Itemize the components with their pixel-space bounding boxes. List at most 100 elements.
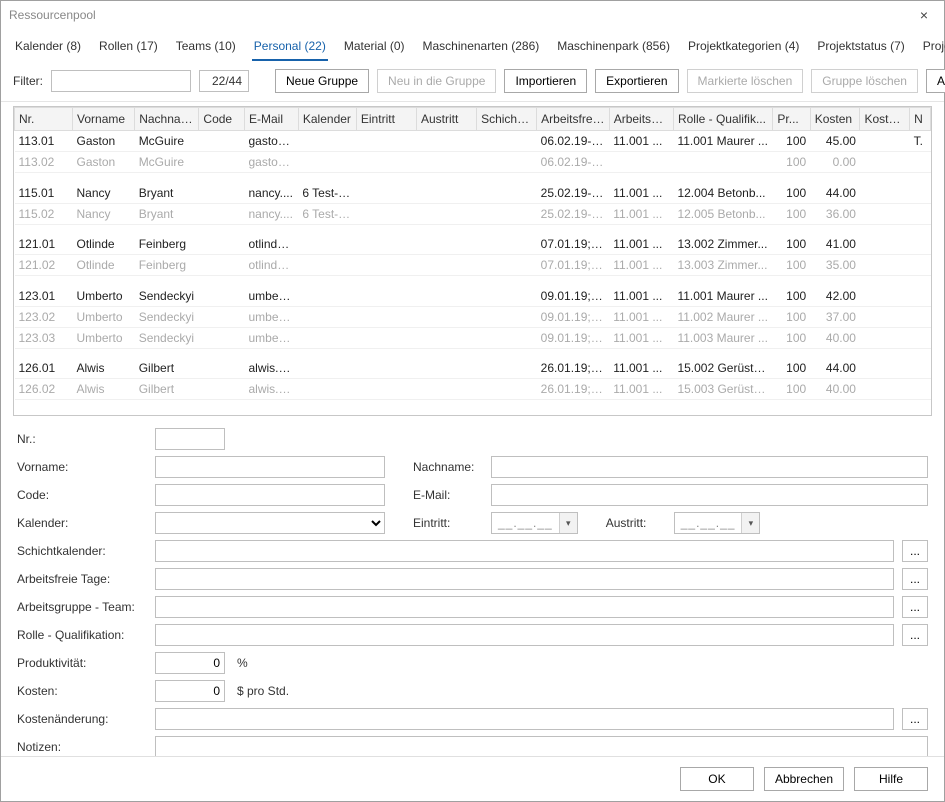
table-row[interactable]: 123.03UmbertoSendeckyiumbert....09.01.19… xyxy=(15,327,931,348)
table-row[interactable]: 115.01NancyBryantnancy....6 Test-S...25.… xyxy=(15,183,931,204)
tab-item[interactable]: Maschinenarten (286) xyxy=(421,35,542,61)
col-arbfrei[interactable]: Arbeitsfreie... xyxy=(537,108,610,131)
col-arbgr[interactable]: Arbeitsgr... xyxy=(609,108,673,131)
dialog-footer: OK Abbrechen Hilfe xyxy=(1,756,944,801)
delete-marked-button: Markierte löschen xyxy=(687,69,804,93)
arbgr-label: Arbeitsgruppe - Team: xyxy=(17,600,147,614)
close-icon[interactable]: × xyxy=(912,5,936,25)
col-nr[interactable]: Nr. xyxy=(15,108,73,131)
window-title: Ressourcenpool xyxy=(9,8,96,22)
eintritt-label: Eintritt: xyxy=(413,516,483,530)
rolle-browse-button[interactable]: ... xyxy=(902,624,928,646)
new-group-button[interactable]: Neue Gruppe xyxy=(275,69,369,93)
col-prod[interactable]: Pr... xyxy=(773,108,810,131)
table-row[interactable]: 115.02NancyBryantnancy....6 Test-S...25.… xyxy=(15,203,931,224)
col-nachname[interactable]: Nachname xyxy=(135,108,199,131)
eintritt-date[interactable]: __.__.__ ▾ xyxy=(491,512,578,534)
chevron-down-icon[interactable]: ▾ xyxy=(559,513,577,533)
grid-scroll[interactable]: Nr. Vorname Nachname Code E-Mail Kalende… xyxy=(14,107,931,415)
table-row[interactable]: 121.01OtlindeFeinbergotlinde....07.01.19… xyxy=(15,234,931,255)
add-to-group-button: Neu in die Gruppe xyxy=(377,69,496,93)
tab-item[interactable]: Material (0) xyxy=(342,35,407,61)
record-counter: 22/44 xyxy=(199,70,249,92)
kalender-label: Kalender: xyxy=(17,516,147,530)
kosten-unit: $ pro Std. xyxy=(237,684,289,698)
email-input[interactable] xyxy=(491,484,928,506)
detail-form: Nr.: Vorname: Nachname: Code: E-Mail: Ka… xyxy=(1,424,944,756)
export-button[interactable]: Exportieren xyxy=(595,69,678,93)
prod-unit: % xyxy=(237,656,248,670)
nr-label: Nr.: xyxy=(17,432,147,446)
col-email[interactable]: E-Mail xyxy=(245,108,299,131)
col-rolle[interactable]: Rolle - Qualifik... xyxy=(673,108,772,131)
arbgr-browse-button[interactable]: ... xyxy=(902,596,928,618)
table-row[interactable]: 113.02GastonMcGuiregaston....06.02.19-0.… xyxy=(15,152,931,173)
schicht-input[interactable] xyxy=(155,540,894,562)
tab-bar: Kalender (8) Rollen (17) Teams (10) Persona… xyxy=(1,29,944,61)
prod-input[interactable] xyxy=(155,652,225,674)
tab-item[interactable]: Teams (10) xyxy=(174,35,238,61)
eintritt-placeholder: __.__.__ xyxy=(492,516,559,530)
austritt-date[interactable]: __.__.__ ▾ xyxy=(674,512,761,534)
dialog-window: Ressourcenpool × Kalender (8) Rollen (17)… xyxy=(0,0,945,802)
tab-item[interactable]: Projektstatus (7) xyxy=(815,35,906,61)
titlebar: Ressourcenpool × xyxy=(1,1,944,29)
data-grid: Nr. Vorname Nachname Code E-Mail Kalende… xyxy=(14,107,931,400)
import-button[interactable]: Importieren xyxy=(504,69,587,93)
nachname-label: Nachname: xyxy=(413,460,483,474)
tab-item[interactable]: Personal (22) xyxy=(252,35,328,61)
grid-container: Nr. Vorname Nachname Code E-Mail Kalende… xyxy=(13,106,932,416)
col-kalender[interactable]: Kalender xyxy=(298,108,356,131)
kostenae-input[interactable] xyxy=(155,708,894,730)
toolbar: Filter: 22/44 Neue Gruppe Neu in die Gru… xyxy=(1,61,944,102)
table-row[interactable]: 123.02UmbertoSendeckyiumbert....09.01.19… xyxy=(15,306,931,327)
tab-item[interactable]: Projektkategorien (4) xyxy=(686,35,801,61)
notizen-input[interactable] xyxy=(155,736,928,756)
rolle-label: Rolle - Qualifikation: xyxy=(17,628,147,642)
tab-item[interactable]: Rollen (17) xyxy=(97,35,160,61)
col-eintritt[interactable]: Eintritt xyxy=(356,108,416,131)
nachname-input[interactable] xyxy=(491,456,928,478)
col-schicht[interactable]: Schichtk... xyxy=(477,108,537,131)
vorname-label: Vorname: xyxy=(17,460,147,474)
kostenae-browse-button[interactable]: ... xyxy=(902,708,928,730)
tab-item[interactable]: Projektkunden (3) xyxy=(921,35,945,61)
kosten-label: Kosten: xyxy=(17,684,147,698)
nr-input[interactable] xyxy=(155,428,225,450)
arbfrei-label: Arbeitsfreie Tage: xyxy=(17,572,147,586)
tab-item[interactable]: Kalender (8) xyxy=(13,35,83,61)
col-code[interactable]: Code xyxy=(199,108,245,131)
austritt-placeholder: __.__.__ xyxy=(675,516,742,530)
kosten-input[interactable] xyxy=(155,680,225,702)
austritt-label: Austritt: xyxy=(606,516,666,530)
arbgr-input[interactable] xyxy=(155,596,894,618)
delete-all-button[interactable]: Alle löschen xyxy=(926,69,945,93)
rolle-input[interactable] xyxy=(155,624,894,646)
cancel-button[interactable]: Abbrechen xyxy=(764,767,844,791)
chevron-down-icon[interactable]: ▾ xyxy=(741,513,759,533)
schicht-label: Schichtkalender: xyxy=(17,544,147,558)
table-row[interactable]: 123.01UmbertoSendeckyiumbert....09.01.19… xyxy=(15,286,931,307)
schicht-browse-button[interactable]: ... xyxy=(902,540,928,562)
grid-header-row: Nr. Vorname Nachname Code E-Mail Kalende… xyxy=(15,108,931,131)
col-austritt[interactable]: Austritt xyxy=(416,108,476,131)
kalender-select[interactable] xyxy=(155,512,385,534)
tab-item[interactable]: Maschinenpark (856) xyxy=(555,35,672,61)
col-kosten[interactable]: Kosten xyxy=(810,108,860,131)
vorname-input[interactable] xyxy=(155,456,385,478)
prod-label: Produktivität: xyxy=(17,656,147,670)
code-input[interactable] xyxy=(155,484,385,506)
arbfrei-input[interactable] xyxy=(155,568,894,590)
table-row[interactable]: 126.01AlwisGilbertalwis.g....26.01.19;2.… xyxy=(15,358,931,379)
table-row[interactable]: 126.02AlwisGilbertalwis.g....26.01.19;2.… xyxy=(15,379,931,400)
filter-label: Filter: xyxy=(13,74,43,88)
table-row[interactable]: 121.02OtlindeFeinbergotlinde....07.01.19… xyxy=(15,255,931,276)
col-n[interactable]: N xyxy=(910,108,931,131)
col-kostenae[interactable]: Kosten... xyxy=(860,108,910,131)
filter-input[interactable] xyxy=(51,70,191,92)
table-row[interactable]: 113.01GastonMcGuiregaston....06.02.19-0.… xyxy=(15,131,931,152)
arbfrei-browse-button[interactable]: ... xyxy=(902,568,928,590)
ok-button[interactable]: OK xyxy=(680,767,754,791)
help-button[interactable]: Hilfe xyxy=(854,767,928,791)
col-vorname[interactable]: Vorname xyxy=(73,108,135,131)
